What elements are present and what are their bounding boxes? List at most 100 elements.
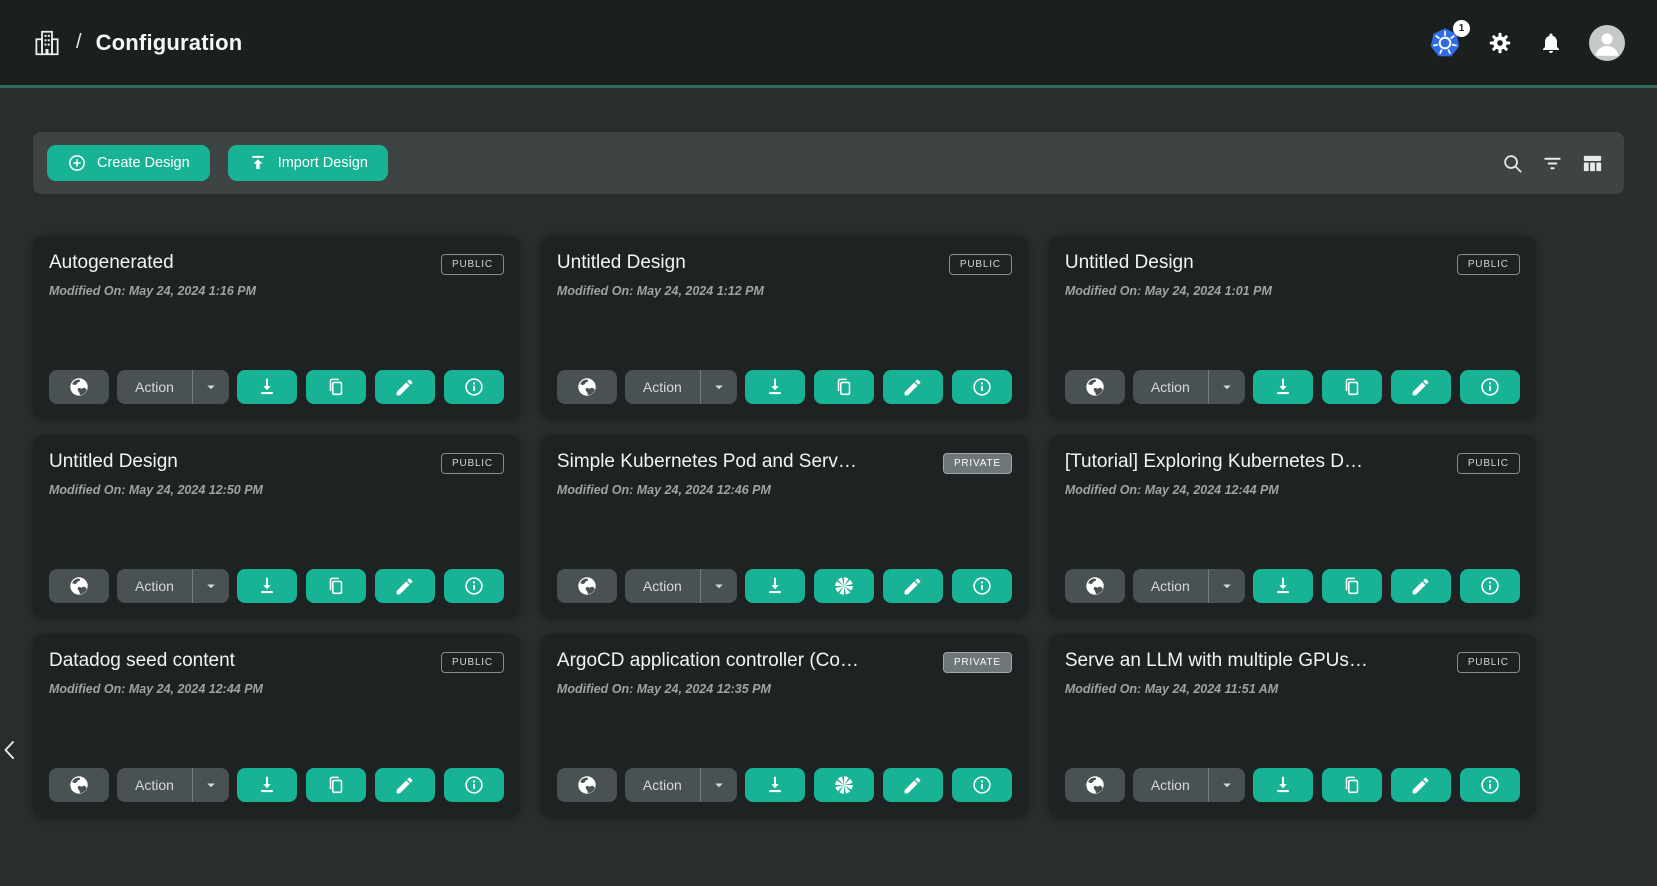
action-dropdown-button[interactable]: Action xyxy=(1133,768,1245,802)
settings-button[interactable] xyxy=(1487,30,1513,56)
design-card: Untitled Design PUBLIC Modified On: May … xyxy=(33,435,520,617)
info-button[interactable] xyxy=(952,768,1012,802)
card-quick-actions xyxy=(237,370,504,404)
create-design-button[interactable]: Create Design xyxy=(47,145,210,181)
design-card: Serve an LLM with multiple GPUs… PUBLIC … xyxy=(1049,634,1536,816)
visibility-globe-button[interactable] xyxy=(557,569,617,603)
clone-button[interactable] xyxy=(306,768,366,802)
download-button[interactable] xyxy=(237,569,297,603)
info-button[interactable] xyxy=(1460,768,1520,802)
clone-button[interactable] xyxy=(814,768,874,802)
download-icon xyxy=(764,575,786,597)
edit-button[interactable] xyxy=(883,370,943,404)
notifications-bell-icon xyxy=(1539,31,1563,55)
info-button[interactable] xyxy=(952,370,1012,404)
edit-button[interactable] xyxy=(375,569,435,603)
visibility-globe-button[interactable] xyxy=(1065,569,1125,603)
download-button[interactable] xyxy=(745,370,805,404)
upload-icon xyxy=(248,153,268,173)
info-button[interactable] xyxy=(952,569,1012,603)
info-button[interactable] xyxy=(1460,569,1520,603)
visibility-globe-button[interactable] xyxy=(1065,768,1125,802)
info-icon xyxy=(971,376,993,398)
table-view-button[interactable] xyxy=(1581,152,1604,175)
info-icon xyxy=(463,774,485,796)
action-dropdown-button[interactable]: Action xyxy=(117,370,229,404)
download-button[interactable] xyxy=(237,370,297,404)
visibility-globe-button[interactable] xyxy=(49,768,109,802)
card-quick-actions xyxy=(237,768,504,802)
clone-button[interactable] xyxy=(814,569,874,603)
import-design-label: Import Design xyxy=(278,155,368,171)
visibility-globe-button[interactable] xyxy=(1065,370,1125,404)
breadcrumb-separator: / xyxy=(76,31,82,54)
designs-toolbar: Create Design Import Design xyxy=(33,132,1624,194)
modified-date: Modified On: May 24, 2024 11:51 AM xyxy=(1065,682,1520,696)
visibility-globe-button[interactable] xyxy=(49,569,109,603)
clone-button[interactable] xyxy=(1322,569,1382,603)
visibility-badge: PUBLIC xyxy=(441,453,504,474)
download-button[interactable] xyxy=(745,768,805,802)
import-design-button[interactable]: Import Design xyxy=(228,145,388,181)
download-icon xyxy=(256,575,278,597)
visibility-globe-button[interactable] xyxy=(557,370,617,404)
action-dropdown-button[interactable]: Action xyxy=(625,768,737,802)
action-label: Action xyxy=(1133,578,1208,594)
download-button[interactable] xyxy=(237,768,297,802)
action-dropdown-button[interactable]: Action xyxy=(625,370,737,404)
clone-button[interactable] xyxy=(306,370,366,404)
clone-button[interactable] xyxy=(814,370,874,404)
design-title: Untitled Design xyxy=(49,451,178,473)
edit-button[interactable] xyxy=(1391,768,1451,802)
card-actions: Action xyxy=(557,768,1012,802)
edit-button[interactable] xyxy=(883,768,943,802)
copy-icon xyxy=(325,774,347,796)
edit-pencil-icon xyxy=(394,576,415,597)
info-icon xyxy=(971,575,993,597)
info-button[interactable] xyxy=(444,569,504,603)
action-dropdown-button[interactable]: Action xyxy=(117,768,229,802)
download-button[interactable] xyxy=(1253,569,1313,603)
design-card: Untitled Design PUBLIC Modified On: May … xyxy=(1049,236,1536,418)
download-button[interactable] xyxy=(745,569,805,603)
kubernetes-context-button[interactable]: 1 xyxy=(1429,27,1461,59)
main-content: Create Design Import Design xyxy=(0,132,1657,816)
filter-button[interactable] xyxy=(1541,152,1564,175)
action-dropdown-button[interactable]: Action xyxy=(1133,569,1245,603)
visibility-globe-button[interactable] xyxy=(557,768,617,802)
card-actions: Action xyxy=(1065,768,1520,802)
design-title: [Tutorial] Exploring Kubernetes D… xyxy=(1065,451,1363,473)
edit-button[interactable] xyxy=(1391,370,1451,404)
download-button[interactable] xyxy=(1253,370,1313,404)
globe-icon xyxy=(576,774,598,796)
drawer-toggle-button[interactable] xyxy=(0,733,22,767)
edit-button[interactable] xyxy=(883,569,943,603)
visibility-globe-button[interactable] xyxy=(49,370,109,404)
edit-button[interactable] xyxy=(1391,569,1451,603)
clone-button[interactable] xyxy=(1322,370,1382,404)
clone-button[interactable] xyxy=(1322,768,1382,802)
edit-button[interactable] xyxy=(375,370,435,404)
action-dropdown-button[interactable]: Action xyxy=(625,569,737,603)
modified-date: Modified On: May 24, 2024 12:46 PM xyxy=(557,483,1012,497)
notifications-button[interactable] xyxy=(1539,31,1563,55)
edit-button[interactable] xyxy=(375,768,435,802)
org-home-button[interactable] xyxy=(32,28,62,58)
info-button[interactable] xyxy=(444,768,504,802)
action-label: Action xyxy=(625,777,700,793)
info-button[interactable] xyxy=(1460,370,1520,404)
search-button[interactable] xyxy=(1501,152,1524,175)
visibility-badge: PUBLIC xyxy=(441,652,504,673)
card-head: Serve an LLM with multiple GPUs… PUBLIC xyxy=(1065,650,1520,673)
info-button[interactable] xyxy=(444,370,504,404)
user-avatar[interactable] xyxy=(1589,25,1625,61)
action-dropdown-button[interactable]: Action xyxy=(117,569,229,603)
edit-pencil-icon xyxy=(1410,775,1431,796)
app-header: / Configuration xyxy=(0,0,1657,88)
download-button[interactable] xyxy=(1253,768,1313,802)
modified-date: Modified On: May 24, 2024 1:16 PM xyxy=(49,284,504,298)
toolbar-right-icons xyxy=(1501,152,1610,175)
copy-icon xyxy=(325,575,347,597)
action-dropdown-button[interactable]: Action xyxy=(1133,370,1245,404)
clone-button[interactable] xyxy=(306,569,366,603)
